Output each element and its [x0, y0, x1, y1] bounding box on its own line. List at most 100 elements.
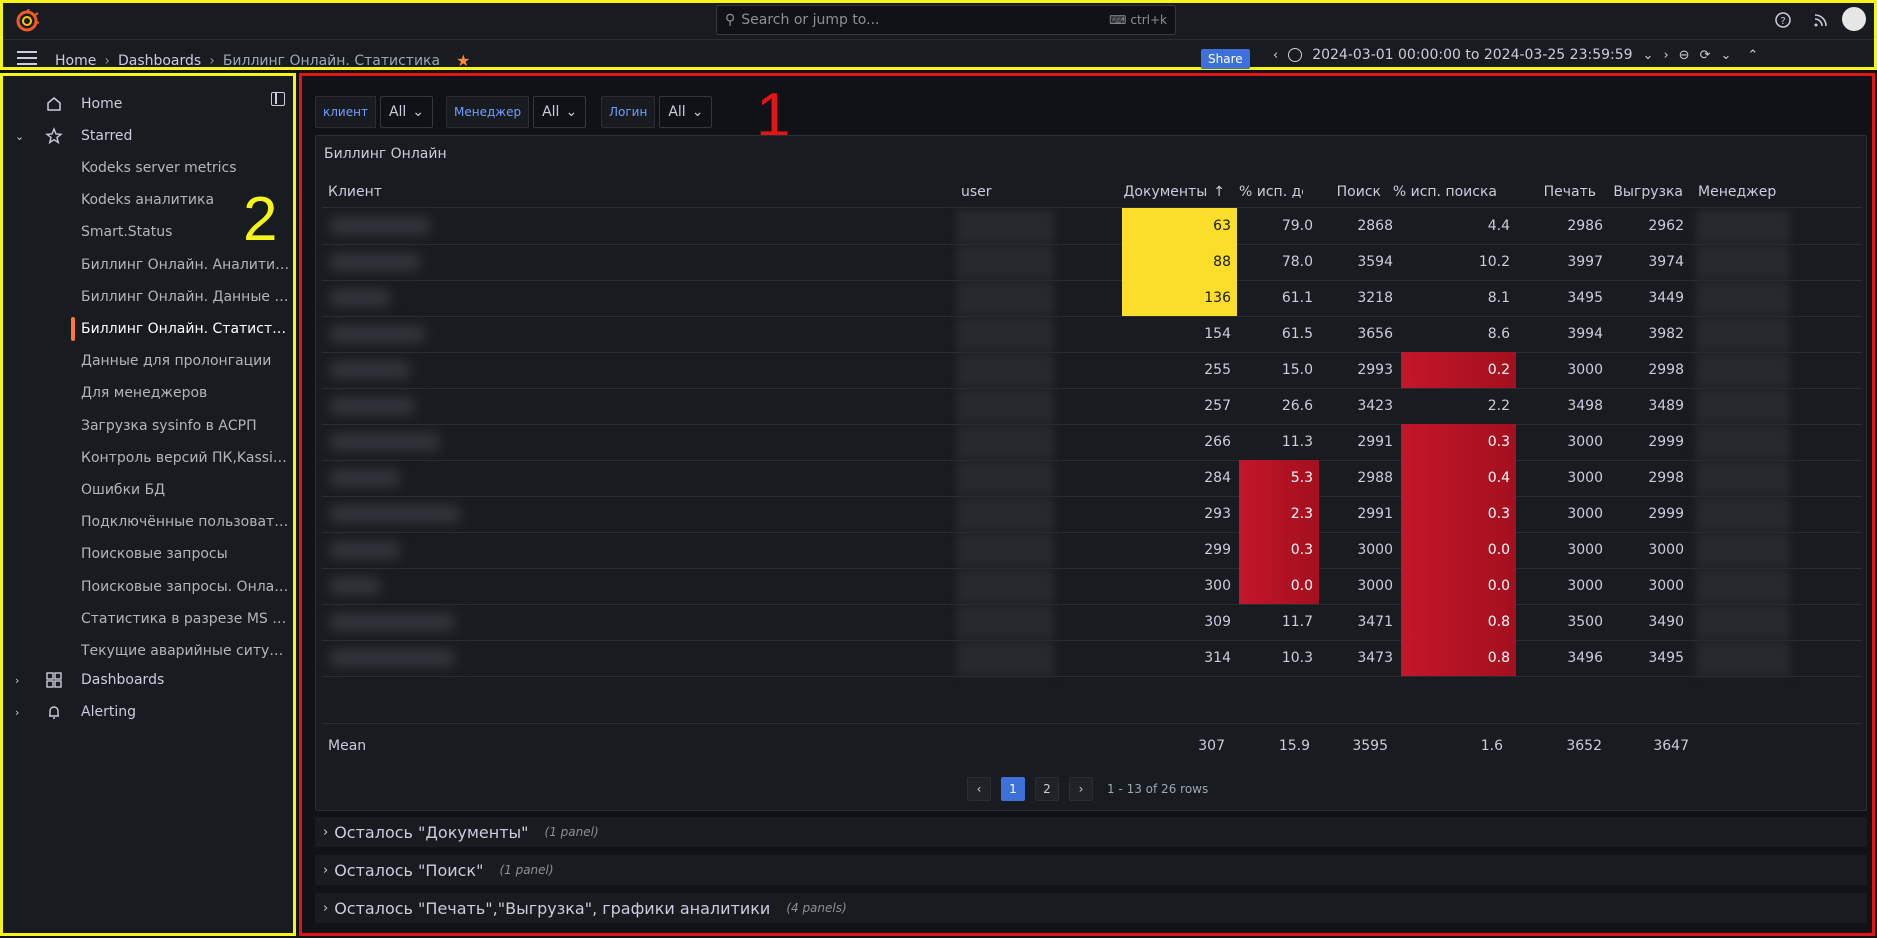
sidebar-starred-item[interactable]: Данные для пролонгации	[3, 348, 291, 374]
cell-pct-search: 0.3	[1401, 496, 1516, 532]
refresh-icon[interactable]: ⟳	[1700, 48, 1711, 63]
sidebar-starred-item[interactable]: Биллинг Онлайн. Данные д...	[3, 284, 291, 310]
cell-print: 3496	[1567, 650, 1603, 666]
cell-documents: 255	[1204, 362, 1231, 378]
panel-title[interactable]: Биллинг Онлайн	[324, 146, 447, 162]
variable-login-select[interactable]: All ⌄	[659, 96, 713, 128]
redacted-manager	[1696, 534, 1790, 568]
sidebar-starred-item[interactable]: Биллинг Онлайн. Аналитика	[3, 252, 291, 278]
sidebar-starred-item[interactable]: Для менеджеров	[3, 380, 291, 406]
collapse-header-icon[interactable]: ⌃	[1747, 48, 1758, 63]
cell-documents: 314	[1204, 650, 1231, 666]
sidebar-item-dashboards[interactable]: › Dashboards	[3, 667, 291, 693]
redacted-manager	[1696, 426, 1790, 460]
cell-search: 3423	[1357, 398, 1393, 414]
cell-export: 3490	[1648, 614, 1684, 630]
column-header-user[interactable]: user	[961, 178, 1081, 206]
redacted-manager	[1696, 606, 1790, 640]
redacted-client-name	[330, 397, 415, 415]
pagination-page-1[interactable]: 1	[1001, 777, 1025, 801]
header-row-breadcrumbs: Home › Dashboards › Биллинг Онлайн. Стат…	[3, 39, 1874, 71]
sidebar-starred-item[interactable]: Поисковые запросы	[3, 541, 291, 567]
variable-manager: Менеджер All ⌄	[446, 96, 587, 128]
sidebar-item-starred[interactable]: ⌄ Starred	[3, 123, 291, 149]
row-collapsed-print-export[interactable]: › Осталось "Печать","Выгрузка", графики …	[315, 893, 1867, 923]
time-shift-back-icon[interactable]: ‹	[1273, 48, 1278, 63]
variable-manager-select[interactable]: All ⌄	[533, 96, 587, 128]
pagination-next-button[interactable]: ›	[1069, 777, 1093, 801]
search-placeholder: Search or jump to...	[741, 12, 880, 28]
redacted-manager	[1696, 462, 1790, 496]
user-avatar[interactable]	[1842, 7, 1866, 31]
chevron-down-icon: ⌄	[691, 104, 704, 120]
sidebar-starred-item[interactable]: Текущие аварийные ситуац...	[3, 638, 291, 664]
pagination: ‹ 1 2 › 1 - 13 of 26 rows	[967, 777, 1208, 801]
cell-export: 2999	[1648, 506, 1684, 522]
row-collapsed-documents[interactable]: › Осталось "Документы" (1 panel)	[315, 817, 1867, 847]
cell-search: 2991	[1357, 506, 1393, 522]
column-header-pct-docs[interactable]: % исп. дс	[1239, 178, 1303, 206]
bell-icon	[49, 706, 59, 719]
sidebar-starred-item[interactable]: Smart.Status	[3, 219, 291, 245]
footer-pct-docs: 15.9	[1278, 738, 1310, 754]
hamburger-menu-icon[interactable]	[17, 51, 37, 65]
cell-search: 2991	[1357, 434, 1393, 450]
chevron-down-icon[interactable]: ⌄	[1643, 48, 1654, 63]
grafana-logo-icon[interactable]	[15, 9, 39, 33]
variable-client-select[interactable]: All ⌄	[379, 96, 434, 128]
column-header-export[interactable]: Выгрузка	[1606, 178, 1683, 206]
pagination-page-2[interactable]: 2	[1035, 777, 1059, 801]
sidebar-starred-item[interactable]: Статистика в разрезе MS A...	[3, 606, 291, 632]
footer-docs: 307	[1198, 738, 1225, 754]
column-header-client[interactable]: Клиент	[328, 178, 528, 206]
share-button[interactable]: Share	[1201, 49, 1250, 69]
refresh-interval-chevron-icon[interactable]: ⌄	[1720, 48, 1731, 63]
redacted-user	[956, 570, 1054, 604]
redacted-manager	[1696, 246, 1790, 280]
breadcrumb-dashboards[interactable]: Dashboards	[118, 53, 201, 69]
cell-export: 3449	[1648, 290, 1684, 306]
column-header-search[interactable]: Поиск	[1316, 178, 1381, 206]
chevron-right-icon: ›	[323, 900, 329, 916]
cell-search: 2993	[1357, 362, 1393, 378]
cell-print: 3500	[1567, 614, 1603, 630]
sidebar-starred-item[interactable]: Подключённые пользовате...	[3, 509, 291, 535]
top-navigation-bar: ⚲ Search or jump to... ⌨ ctrl+k ? Home ›…	[0, 0, 1877, 70]
cell-print: 3000	[1567, 506, 1603, 522]
cell-pct-docs: 0.3	[1239, 532, 1319, 568]
clock-icon	[1288, 48, 1303, 62]
row-collapsed-search[interactable]: › Осталось "Поиск" (1 panel)	[315, 855, 1867, 885]
column-header-pct-search[interactable]: % исп. поиска	[1393, 178, 1497, 206]
pagination-prev-button[interactable]: ‹	[967, 777, 991, 801]
column-header-documents[interactable]: Документы ↑	[1111, 178, 1225, 206]
time-shift-forward-icon[interactable]: ›	[1663, 48, 1668, 63]
zoom-out-icon[interactable]: ⊖	[1679, 48, 1690, 63]
breadcrumb-home[interactable]: Home	[55, 53, 96, 69]
sidebar-starred-item[interactable]: Поисковые запросы. Онлайн.	[3, 574, 291, 600]
search-bar[interactable]: ⚲ Search or jump to... ⌨ ctrl+k	[716, 5, 1176, 35]
cell-pct-docs: 61.5	[1281, 326, 1313, 342]
sidebar-starred-item[interactable]: Контроль версий ПК,Kassis...	[3, 445, 291, 471]
sidebar-starred-item[interactable]: Биллинг Онлайн. Статистика	[3, 316, 291, 342]
sidebar-item-alerting[interactable]: › Alerting	[3, 699, 291, 725]
column-header-print[interactable]: Печать	[1516, 178, 1596, 206]
cell-pct-docs: 26.6	[1281, 398, 1313, 414]
cell-pct-search: 10.2	[1478, 254, 1510, 270]
help-icon[interactable]: ?	[1773, 10, 1793, 30]
time-range[interactable]: 2024-03-01 00:00:00 to 2024-03-25 23:59:…	[1312, 47, 1632, 63]
chevron-down-icon[interactable]: ⌄	[15, 130, 24, 143]
chevron-right-icon[interactable]: ›	[15, 674, 19, 687]
news-rss-icon[interactable]	[1811, 10, 1831, 30]
cell-pct-docs: 0.0	[1239, 568, 1319, 604]
column-header-manager[interactable]: Менеджер	[1698, 178, 1818, 206]
sidebar-item-home[interactable]: Home	[3, 91, 291, 117]
cell-print: 3000	[1567, 434, 1603, 450]
star-favorite-icon[interactable]: ★	[456, 51, 470, 70]
sidebar-starred-item[interactable]: Kodeks аналитика	[3, 187, 291, 213]
chevron-right-icon[interactable]: ›	[15, 706, 19, 719]
sidebar-starred-item[interactable]: Kodeks server metrics	[3, 155, 291, 181]
cell-search: 2988	[1357, 470, 1393, 486]
cell-documents: 293	[1204, 506, 1231, 522]
sidebar-starred-item[interactable]: Загрузка sysinfo в АСРП	[3, 413, 291, 439]
sidebar-starred-item[interactable]: Ошибки БД	[3, 477, 291, 503]
